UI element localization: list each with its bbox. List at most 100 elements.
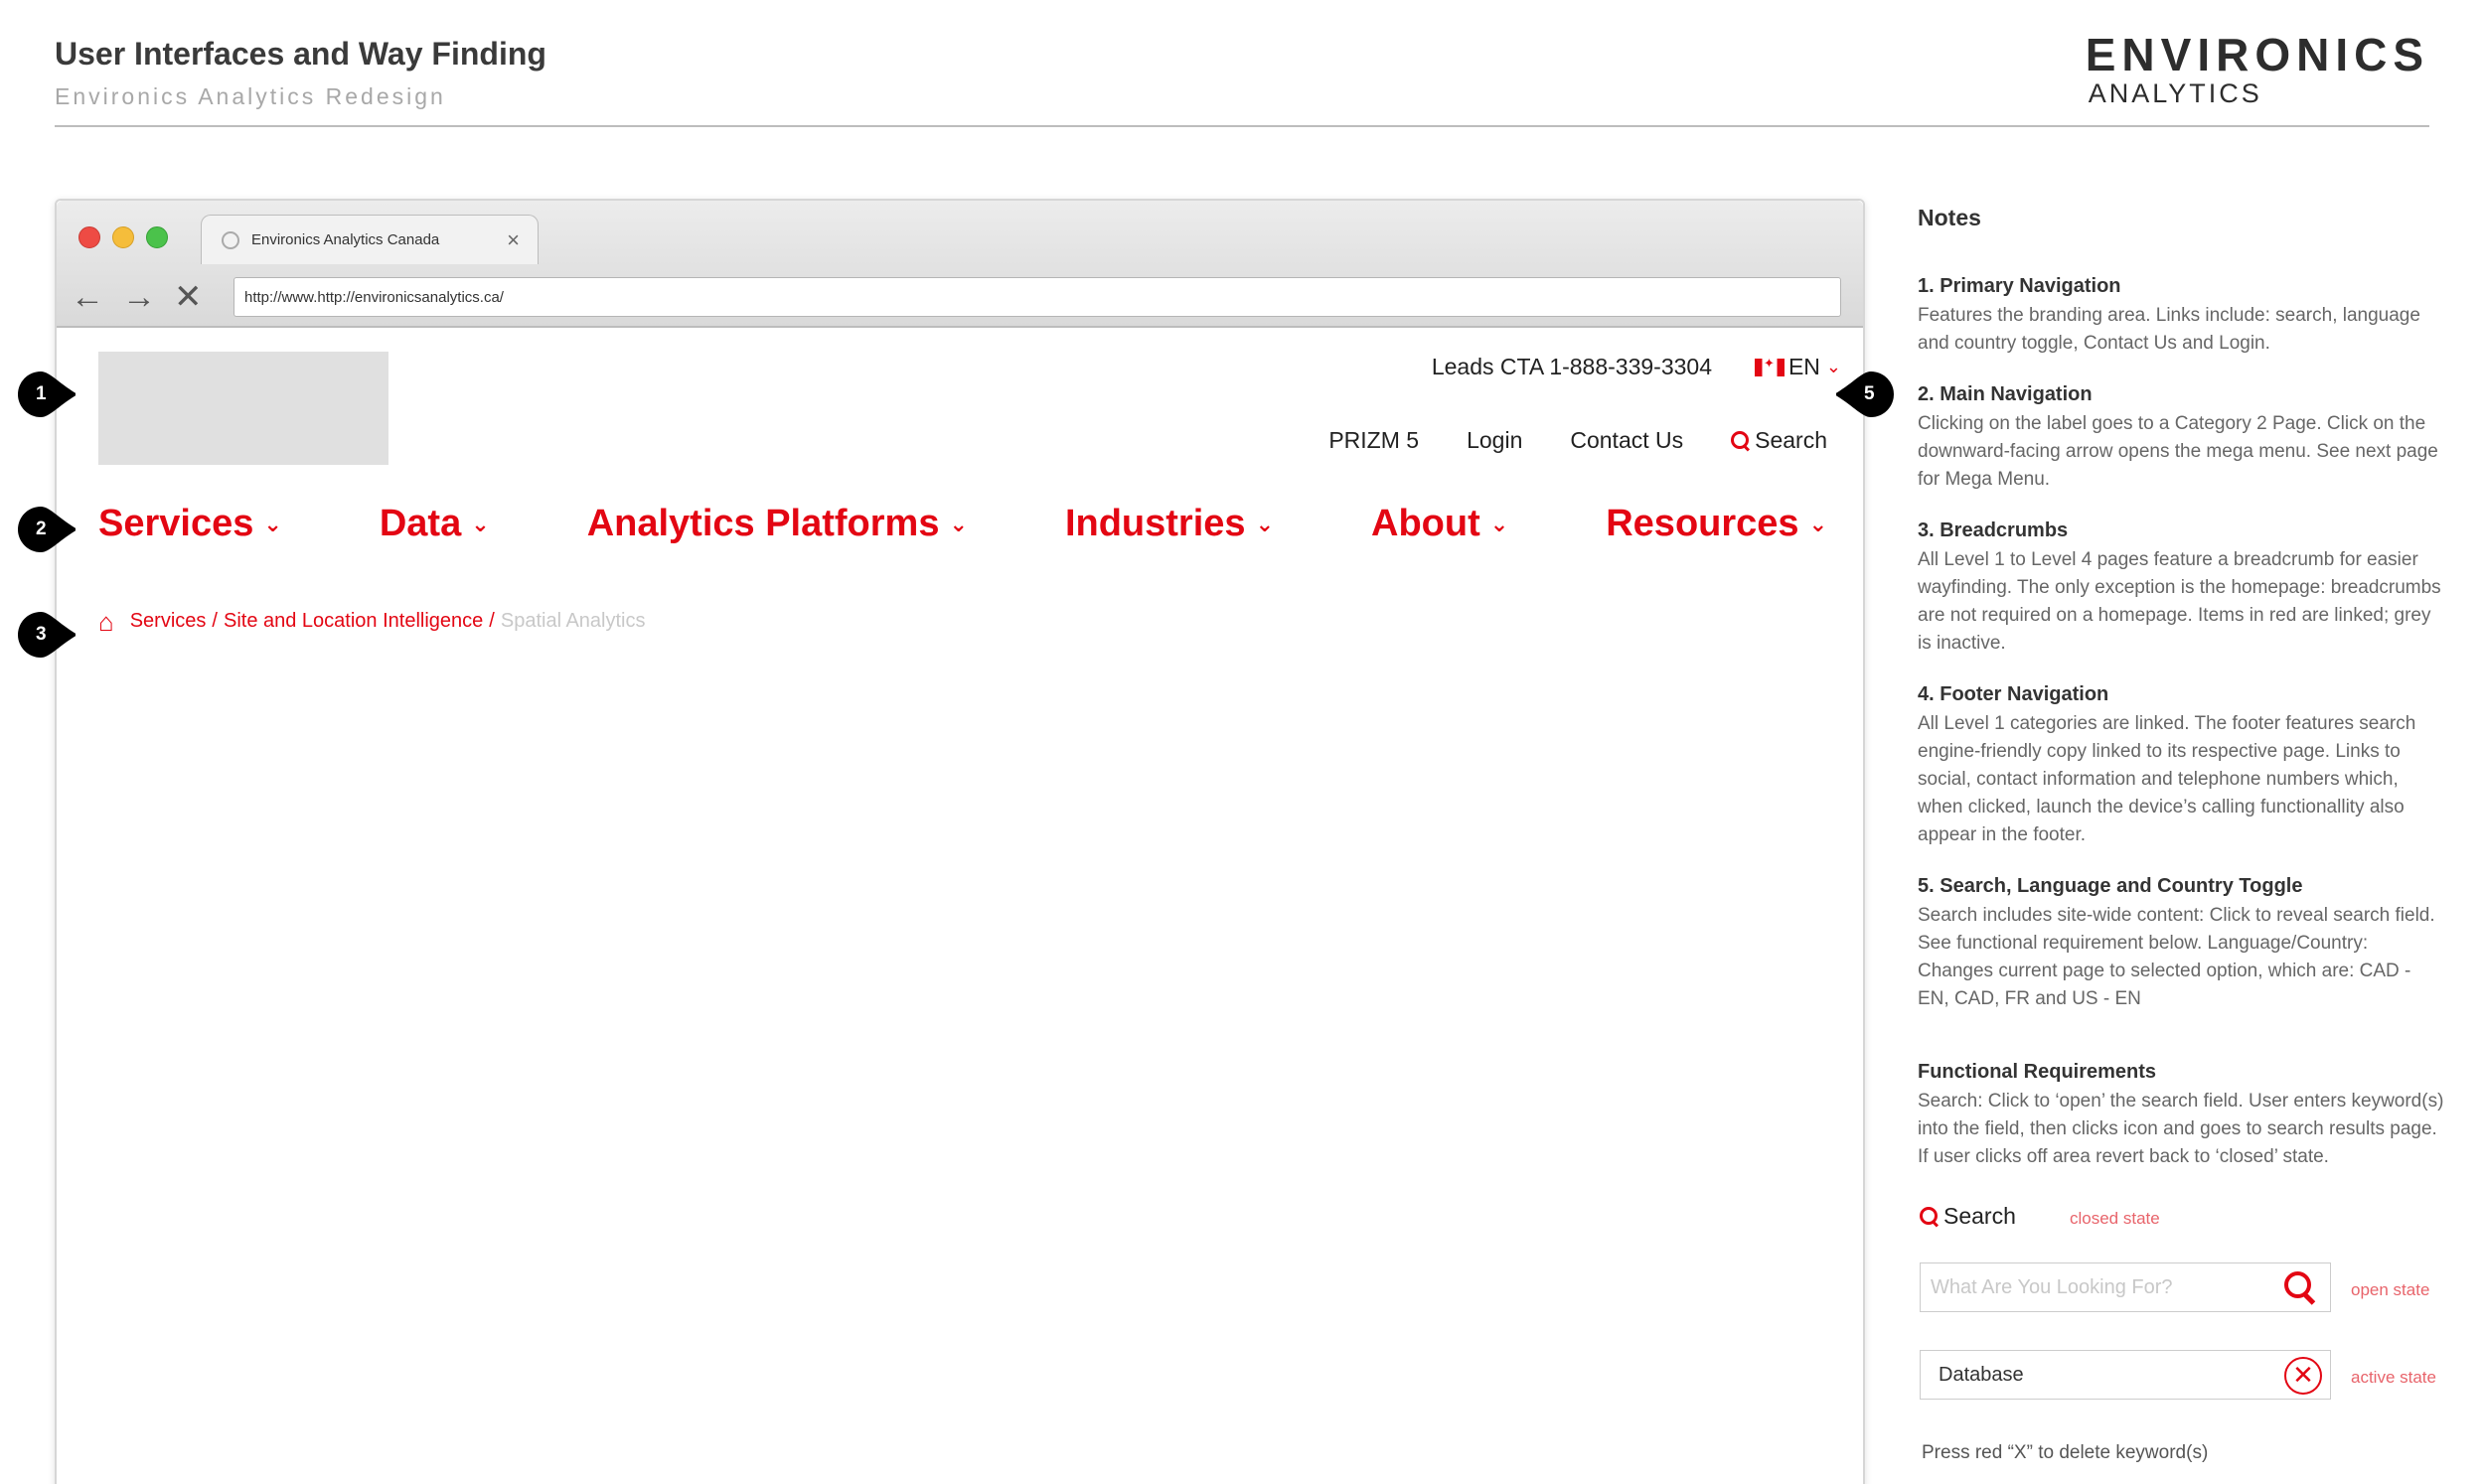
callout-marker-5: 5 <box>1834 370 1896 419</box>
note-heading: 4. Footer Navigation <box>1918 683 2109 705</box>
favicon-icon <box>222 231 239 249</box>
note-heading: 1. Primary Navigation <box>1918 275 2121 297</box>
note-search-language: 5. Search, Language and Country Toggle S… <box>1918 875 2444 1013</box>
chevron-down-icon[interactable]: ⌄ <box>1490 512 1508 537</box>
callout-marker-1: 1 <box>16 370 78 419</box>
back-arrow-icon[interactable]: ← <box>71 280 104 314</box>
open-state-label: open state <box>2351 1280 2430 1299</box>
main-nav-label: Industries <box>1064 503 1246 544</box>
search-submit-icon[interactable] <box>2284 1271 2316 1303</box>
page-subtitle: Environics Analytics Redesign <box>55 83 446 109</box>
search-placeholder: What Are You Looking For? <box>1931 1276 2173 1298</box>
clear-x-icon[interactable]: ✕ <box>2284 1357 2322 1395</box>
main-nav-label: Resources <box>1606 503 1799 544</box>
browser-tab[interactable]: Environics Analytics Canada × <box>201 215 539 264</box>
brand-sub: ANALYTICS <box>2088 78 2262 108</box>
search-open-field[interactable]: What Are You Looking For? <box>1920 1262 2331 1312</box>
breadcrumb-separator: / <box>489 610 495 632</box>
note-heading: 3. Breadcrumbs <box>1918 519 2069 541</box>
note-body: Search includes site-wide content: Click… <box>1918 905 2435 1009</box>
language-toggle[interactable]: EN ⌄ <box>1754 354 1841 380</box>
fr-heading: Functional Requirements <box>1918 1061 2157 1083</box>
canada-flag-icon <box>1754 356 1785 376</box>
language-label: EN <box>1787 354 1820 379</box>
minimize-window-button[interactable] <box>112 226 134 248</box>
notes-panel: Notes 1. Primary Navigation Features the… <box>1918 205 2444 1441</box>
tab-close-icon[interactable]: × <box>507 227 520 253</box>
press-x-note: Press red “X” to delete keyword(s) <box>1922 1442 2209 1463</box>
chevron-down-icon[interactable]: ⌄ <box>1809 512 1827 537</box>
browser-window: Environics Analytics Canada × ← → ✕ http… <box>55 199 1865 1484</box>
main-nav-resources[interactable]: Resources ⌄ <box>1606 503 1827 545</box>
search-closed-button[interactable]: Search <box>1920 1203 2016 1230</box>
closed-state-label: closed state <box>2070 1209 2160 1228</box>
brand-name: ENVIRONICS <box>2085 29 2429 80</box>
search-icon <box>1920 1206 1940 1227</box>
search-keyword-value: Database <box>1939 1364 2024 1386</box>
breadcrumb-services[interactable]: Services <box>130 610 207 633</box>
callout-number: 1 <box>36 383 47 404</box>
main-nav-analytics-platforms[interactable]: Analytics Platforms ⌄ <box>587 503 968 545</box>
note-heading: 5. Search, Language and Country Toggle <box>1918 875 2303 897</box>
main-nav: Services ⌄ Data ⌄ Analytics Platforms ⌄ … <box>98 503 1827 545</box>
note-breadcrumbs: 3. Breadcrumbs All Level 1 to Level 4 pa… <box>1918 519 2444 658</box>
note-primary-navigation: 1. Primary Navigation Features the brand… <box>1918 275 2444 358</box>
fr-body: Search: Click to ‘open’ the search field… <box>1918 1091 2444 1167</box>
search-label: Search <box>1755 427 1827 453</box>
stop-icon[interactable]: ✕ <box>174 280 203 314</box>
breadcrumb-separator: / <box>212 610 218 632</box>
callout-number: 5 <box>1864 383 1875 404</box>
main-nav-services[interactable]: Services ⌄ <box>98 503 282 545</box>
note-main-navigation: 2. Main Navigation Clicking on the label… <box>1918 383 2444 494</box>
search-field-examples: What Are You Looking For? open state Dat… <box>1918 1243 2444 1441</box>
callout-marker-2: 2 <box>16 505 78 554</box>
main-nav-label: Data <box>379 503 462 544</box>
breadcrumb-current: Spatial Analytics <box>500 610 646 632</box>
main-nav-data[interactable]: Data ⌄ <box>380 503 490 545</box>
maximize-window-button[interactable] <box>146 226 168 248</box>
main-nav-label: About <box>1371 503 1480 544</box>
login-link[interactable]: Login <box>1467 427 1522 454</box>
main-nav-label: Analytics Platforms <box>586 503 940 544</box>
address-bar[interactable]: http://www.http://environicsanalytics.ca… <box>233 277 1841 317</box>
callout-marker-3: 3 <box>16 610 78 660</box>
close-window-button[interactable] <box>78 226 100 248</box>
chevron-down-icon[interactable]: ⌄ <box>471 512 489 537</box>
search-link[interactable]: Search <box>1731 427 1827 454</box>
breadcrumb-site-location[interactable]: Site and Location Intelligence <box>224 610 483 633</box>
search-icon <box>1731 430 1751 451</box>
callout-number: 3 <box>36 624 47 645</box>
tab-label: Environics Analytics Canada <box>251 231 440 248</box>
note-heading: 2. Main Navigation <box>1918 383 2093 405</box>
breadcrumb: ⌂ Services / Site and Location Intellige… <box>98 609 646 635</box>
utility-nav: PRIZM 5 Login Contact Us Search <box>1328 427 1827 454</box>
notes-title: Notes <box>1918 205 1981 230</box>
note-body: All Level 1 to Level 4 pages feature a b… <box>1918 549 2441 654</box>
search-closed-example: Search closed state <box>1918 1203 2444 1243</box>
main-nav-label: Services <box>98 503 254 544</box>
search-closed-label: Search <box>1943 1203 2016 1229</box>
chevron-down-icon[interactable]: ⌄ <box>263 512 281 537</box>
note-body: All Level 1 categories are linked. The f… <box>1918 713 2416 845</box>
home-icon[interactable]: ⌂ <box>98 609 114 635</box>
brand-logo: ENVIRONICS ANALYTICS <box>2086 30 2429 107</box>
main-nav-about[interactable]: About ⌄ <box>1371 503 1508 545</box>
main-nav-industries[interactable]: Industries ⌄ <box>1065 503 1274 545</box>
page-title: User Interfaces and Way Finding <box>55 36 546 72</box>
leads-cta[interactable]: Leads CTA 1-888-339-3304 <box>1432 354 1712 380</box>
search-active-field[interactable]: Database ✕ <box>1920 1350 2331 1400</box>
chevron-down-icon[interactable]: ⌄ <box>949 512 967 537</box>
note-footer-navigation: 4. Footer Navigation All Level 1 categor… <box>1918 683 2444 849</box>
page-header: User Interfaces and Way Finding Environi… <box>55 30 2429 127</box>
contact-us-link[interactable]: Contact Us <box>1570 427 1683 454</box>
callout-number: 2 <box>36 519 47 539</box>
prizm-link[interactable]: PRIZM 5 <box>1328 427 1419 454</box>
functional-requirements: Functional Requirements Search: Click to… <box>1918 1061 2444 1441</box>
note-body: Features the branding area. Links includ… <box>1918 305 2420 354</box>
active-state-label: active state <box>2351 1368 2436 1387</box>
logo-placeholder[interactable] <box>98 352 388 465</box>
note-body: Clicking on the label goes to a Category… <box>1918 413 2438 490</box>
chevron-down-icon[interactable]: ⌄ <box>1256 512 1274 537</box>
forward-arrow-icon[interactable]: → <box>122 280 156 314</box>
browser-chrome: Environics Analytics Canada × ← → ✕ http… <box>57 201 1863 328</box>
